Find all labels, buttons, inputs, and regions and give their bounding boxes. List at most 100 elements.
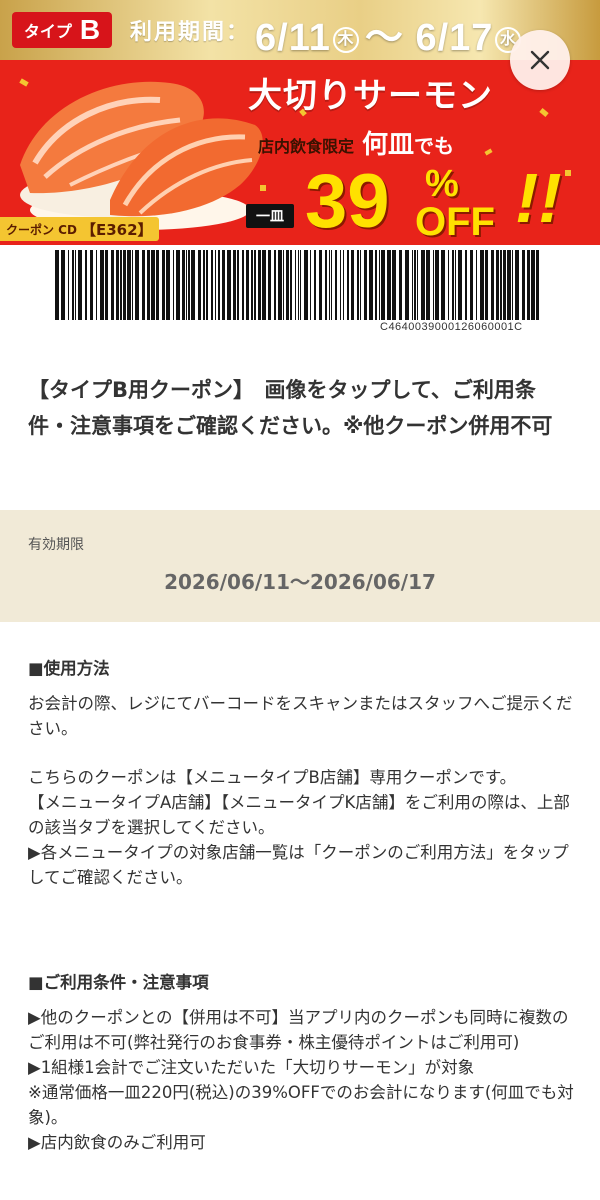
coupon-banner-image[interactable]: タイプ B 利用期間： 6/11 木～ 6/17 水 大切りサーモン 店内飲食限定 … [0,0,600,245]
barcode-bar [78,250,82,320]
barcode-bar [399,250,402,320]
barcode-bar [331,250,332,320]
discount-percent: % [425,163,459,205]
validity-dates: 2026/06/11～2026/06/17 [164,570,436,594]
any-plates-suffix: でも [414,134,455,158]
validity-label: 有効期限 [28,537,84,553]
barcode-bar [268,250,271,320]
barcode-bar [186,250,187,320]
barcode-bar [90,250,93,320]
barcode-bar [379,250,380,320]
barcode-bar [120,250,122,320]
barcode-bar [319,250,322,320]
barcode-bar [405,250,409,320]
barcode-bar [417,250,418,320]
barcode-bar [298,250,299,320]
barcode-bar [491,250,494,320]
barcode-bar [218,250,220,320]
barcode-bar [392,250,396,320]
barcode-bar [329,250,330,320]
validity-panel: 有効期限 2026/06/11～2026/06/17 [0,510,600,622]
in-store-only-label: 店内飲食限定 [258,137,355,156]
any-plates-label: 何皿でも [362,124,454,161]
barcode-bar [188,250,190,320]
barcode-bar [480,250,484,320]
salmon-sushi-image [20,81,263,230]
barcode-bar [278,250,282,320]
type-letter: B [79,14,101,45]
period-dates: 6/11 木～ 6/17 水 [255,6,527,61]
barcode-bar [470,250,473,320]
barcode-bar [455,250,456,320]
barcode-bar [458,250,462,320]
barcode-bar [340,250,341,320]
barcode-bar [258,250,261,320]
condition-item: ※通常価格一皿220円(税込)の39%OFFでのお会計になります(何皿でも対象)… [28,1083,574,1127]
barcode-bar [182,250,185,320]
barcode-bar [173,250,174,320]
discount-text: 39 % OFF !! [305,160,562,242]
barcode-bar [351,250,354,320]
barcode-bar [111,250,114,320]
usage-paragraph: 【メニュータイプA店舗】【メニュータイプK店舗】をご利用の際は、上部の該当タブを… [28,793,570,837]
barcode-bar [325,250,327,320]
product-name: 大切りサーモン [248,76,493,116]
condition-item: ▶他のクーポンとの【併用は不可】当アプリ内のクーポンも同時に複数のご利用は不可(… [28,1008,569,1052]
usage-paragraph: お会計の際、レジにてバーコードをスキャンまたはスタッフへご提示ください。 [28,694,573,738]
one-plate-badge: 一皿 [246,204,294,228]
barcode-bar [135,250,139,320]
barcode-bar [527,250,530,320]
conditions-section: ■ご利用条件・注意事項 ▶他のクーポンとの【併用は不可】当アプリ内のクーポンも同… [28,970,576,1155]
barcode-bar [426,250,430,320]
barcode-bar [237,250,239,320]
usage-heading: ■使用方法 [28,659,110,678]
usage-paragraph: ▶各メニュータイプの対象店舗一覧は「クーポンのご利用方法」をタップしてご確認くだ… [28,843,569,887]
barcode-bar [147,250,150,320]
barcode-bar [343,250,344,320]
close-button[interactable] [510,30,570,90]
barcode-bar [227,250,231,320]
barcode-bar [381,250,385,320]
barcode-bar [116,250,119,320]
barcode-bar [274,250,276,320]
barcode-bar [191,250,195,320]
barcode-bar [295,250,296,320]
barcode-bar [465,250,467,320]
barcode-bar [105,250,108,320]
barcode-bar [72,250,74,320]
barcode-bar [441,250,445,320]
barcode-bar [61,250,65,320]
barcode-bar [485,250,488,320]
barcode-bar [215,250,216,320]
barcode-bar [476,250,477,320]
barcode-bar [254,250,256,320]
coupon-code-label: クーポン CD [6,222,77,237]
barcode-bar [369,250,373,320]
barcode-bar [503,250,506,320]
barcode-bar [246,250,249,320]
barcode-bar [435,250,439,320]
coupon-code: 【E362】 [80,220,153,239]
barcode-bar [55,250,59,320]
barcode-bar [522,250,525,320]
barcode-bar [132,250,133,320]
confetti [539,108,549,117]
barcode-bar [96,250,97,320]
barcode-bar [123,250,126,320]
barcode-bar [203,250,205,320]
barcode-bar [300,250,301,320]
barcode-bar [176,250,180,320]
barcode-bar [151,250,155,320]
barcode-bar [448,250,449,320]
barcode-bar [68,250,69,320]
barcode-bar [375,250,377,320]
barcode-bar [314,250,316,320]
condition-item: ▶1組様1会計でご注文いただいた「大切りサーモン」が対象 [28,1058,475,1077]
barcode-bar [507,250,511,320]
barcode [55,250,539,320]
barcode-bar [515,250,519,320]
date-separator: ～ [364,17,404,59]
barcode-bar [283,250,284,320]
barcode-bar [233,250,236,320]
barcode-bar [335,250,337,320]
